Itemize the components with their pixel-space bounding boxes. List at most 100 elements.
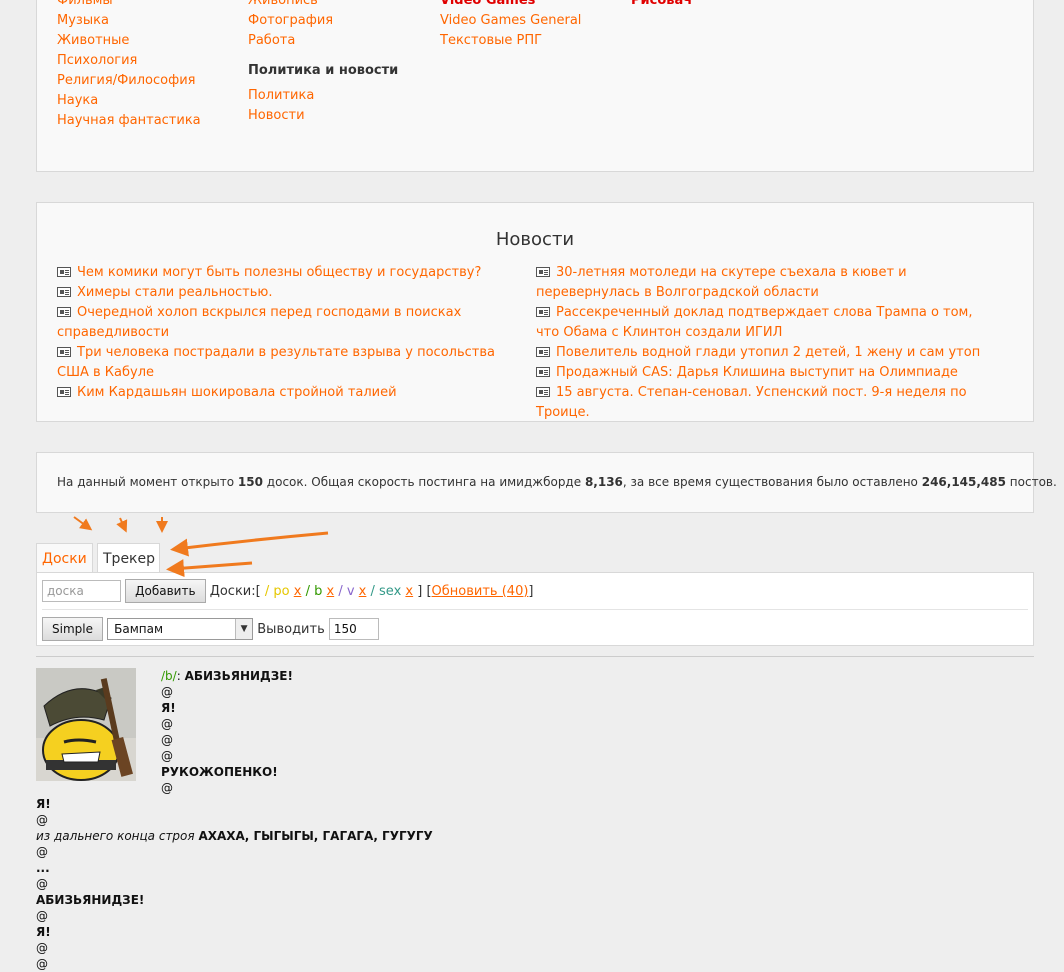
- post-text: @: [36, 941, 48, 955]
- tracked-board[interactable]: / v: [338, 584, 354, 599]
- category-link[interactable]: Video Games General: [440, 11, 581, 31]
- news-item[interactable]: Три человека пострадали в результате взр…: [57, 343, 519, 383]
- post-line: ...: [36, 860, 433, 876]
- tracked-board[interactable]: / sex: [371, 584, 402, 599]
- post-line: @: [36, 908, 433, 924]
- add-board-button[interactable]: Добавить: [125, 579, 206, 603]
- tracker-panel: доска Добавить Доски: [ / po x / b x / v…: [36, 572, 1034, 646]
- post-text: @: [161, 749, 173, 763]
- post-text: АХАХА, ГЫГЫГЫ, ГАГАГА, ГУГУГУ: [198, 829, 433, 843]
- news-item[interactable]: Чем комики могут быть полезны обществу и…: [57, 263, 519, 283]
- bracket-open: [: [255, 583, 261, 599]
- newspaper-icon: [57, 347, 71, 357]
- newspaper-icon: [536, 347, 550, 357]
- board-input[interactable]: доска: [42, 580, 121, 602]
- remove-board-link[interactable]: x: [359, 584, 367, 599]
- post-line: @: [36, 956, 433, 972]
- categories-panel: Фильмы Музыка Животные Психология Религи…: [36, 0, 1034, 172]
- tracked-board[interactable]: / po: [265, 584, 290, 599]
- news-item[interactable]: 30-летняя мотоледи на скутере съехала в …: [536, 263, 998, 303]
- divider: [36, 656, 1034, 657]
- refresh-link[interactable]: Обновить (40): [432, 584, 529, 599]
- category-link[interactable]: Животные: [57, 31, 201, 51]
- category-column-4: Рисовач: [631, 0, 692, 11]
- category-link[interactable]: Психология: [57, 51, 201, 71]
- post-line: РУКОЖОПЕНКО!: [161, 764, 293, 780]
- newspaper-icon: [536, 387, 550, 397]
- post-line: @: [161, 732, 293, 748]
- remove-board-link[interactable]: x: [326, 584, 334, 599]
- remove-board-link[interactable]: x: [294, 584, 302, 599]
- category-header-link[interactable]: Рисовач: [631, 0, 692, 11]
- newspaper-icon: [536, 267, 550, 277]
- boards-label: Доски:: [209, 583, 256, 599]
- news-link[interactable]: Ким Кардашьян шокировала стройной талией: [77, 385, 397, 400]
- news-link[interactable]: Очередной холоп вскрылся перед господами…: [57, 305, 461, 340]
- news-link[interactable]: Продажный CAS: Дарья Клишина выступит на…: [556, 365, 958, 380]
- tracker-board-row: доска Добавить Доски: [ / po x / b x / v…: [42, 579, 534, 603]
- news-item[interactable]: Рассекреченный доклад подтверждает слова…: [536, 303, 998, 343]
- news-column-left: Чем комики могут быть полезны обществу и…: [57, 263, 519, 403]
- board-link[interactable]: /b/: [161, 669, 177, 683]
- post-text: @: [36, 877, 48, 891]
- post-line: Я!: [36, 924, 433, 940]
- category-link[interactable]: Политика: [248, 86, 398, 106]
- post-text: @: [161, 781, 173, 795]
- post-text: АБИЗЬЯНИДЗЕ!: [36, 893, 145, 907]
- stats-posts-count: 246,145,485: [921, 475, 1006, 489]
- news-item[interactable]: 15 августа. Степан-сеновал. Успенский по…: [536, 383, 998, 423]
- news-link[interactable]: Три человека пострадали в результате взр…: [57, 345, 495, 380]
- post-line: @: [36, 844, 433, 860]
- remove-board-link[interactable]: x: [405, 584, 413, 599]
- news-link[interactable]: 30-летняя мотоледи на скутере съехала в …: [536, 265, 907, 300]
- post-text: @: [161, 717, 173, 731]
- post-line: @: [161, 748, 293, 764]
- news-item[interactable]: Химеры стали реальностью.: [57, 283, 519, 303]
- news-item[interactable]: Повелитель водной глади утопил 2 детей, …: [536, 343, 998, 363]
- category-link[interactable]: Работа: [248, 31, 398, 51]
- stats-prefix: На данный момент открыто: [57, 475, 238, 489]
- news-item[interactable]: Продажный CAS: Дарья Клишина выступит на…: [536, 363, 998, 383]
- news-link[interactable]: Повелитель водной глади утопил 2 детей, …: [556, 345, 980, 360]
- category-link[interactable]: Фильмы: [57, 0, 201, 11]
- newspaper-icon: [57, 387, 71, 397]
- post-colon: :: [176, 669, 185, 683]
- category-link[interactable]: Текстовые РПГ: [440, 31, 581, 51]
- chevron-down-icon: ▼: [235, 619, 253, 639]
- category-link[interactable]: Фотография: [248, 11, 398, 31]
- sort-select[interactable]: Бампам ▼: [107, 618, 254, 640]
- stats-speed: 8,136: [584, 475, 623, 489]
- category-link[interactable]: Наука: [57, 91, 201, 111]
- tracked-board[interactable]: / b: [306, 584, 323, 599]
- newspaper-icon: [57, 267, 71, 277]
- stats-boards-count: 150: [237, 475, 263, 489]
- post-image[interactable]: [36, 668, 136, 781]
- news-item[interactable]: Ким Кардашьян шокировала стройной талией: [57, 383, 519, 403]
- category-header-link[interactable]: Video Games: [440, 0, 581, 11]
- news-link[interactable]: Чем комики могут быть полезны обществу и…: [77, 265, 481, 280]
- tab-boards[interactable]: Доски: [36, 543, 93, 573]
- category-link[interactable]: Религия/Философия: [57, 71, 201, 91]
- post-text: @: [36, 813, 48, 827]
- news-panel: Новости Чем комики могут быть полезны об…: [36, 202, 1034, 422]
- post-line: @: [36, 812, 433, 828]
- post-text: АБИЗЬЯНИДЗЕ!: [184, 669, 293, 683]
- category-column-2: Живопись Фотография Работа Политика и но…: [248, 0, 398, 126]
- divider: [42, 609, 1028, 610]
- show-count-input[interactable]: 150: [328, 618, 379, 640]
- stats-panel: На данный момент открыто 150 досок. Обща…: [36, 452, 1057, 513]
- news-link[interactable]: 15 августа. Степан-сеновал. Успенский по…: [536, 385, 967, 420]
- news-link[interactable]: Рассекреченный доклад подтверждает слова…: [536, 305, 973, 340]
- news-item[interactable]: Очередной холоп вскрылся перед господами…: [57, 303, 519, 343]
- category-link[interactable]: Научная фантастика: [57, 111, 201, 131]
- news-column-right: 30-летняя мотоледи на скутере съехала в …: [536, 263, 998, 423]
- category-link[interactable]: Новости: [248, 106, 398, 126]
- post-line: Я!: [161, 700, 293, 716]
- category-link[interactable]: Живопись: [248, 0, 398, 11]
- simple-mode-button[interactable]: Simple: [42, 617, 103, 641]
- post-text: @: [36, 845, 48, 859]
- post-body-bottom: Я! @ из дальнего конца строя АХАХА, ГЫГЫ…: [36, 796, 433, 972]
- category-link[interactable]: Музыка: [57, 11, 201, 31]
- news-link[interactable]: Химеры стали реальностью.: [77, 285, 272, 300]
- tab-tracker[interactable]: Трекер: [97, 543, 160, 574]
